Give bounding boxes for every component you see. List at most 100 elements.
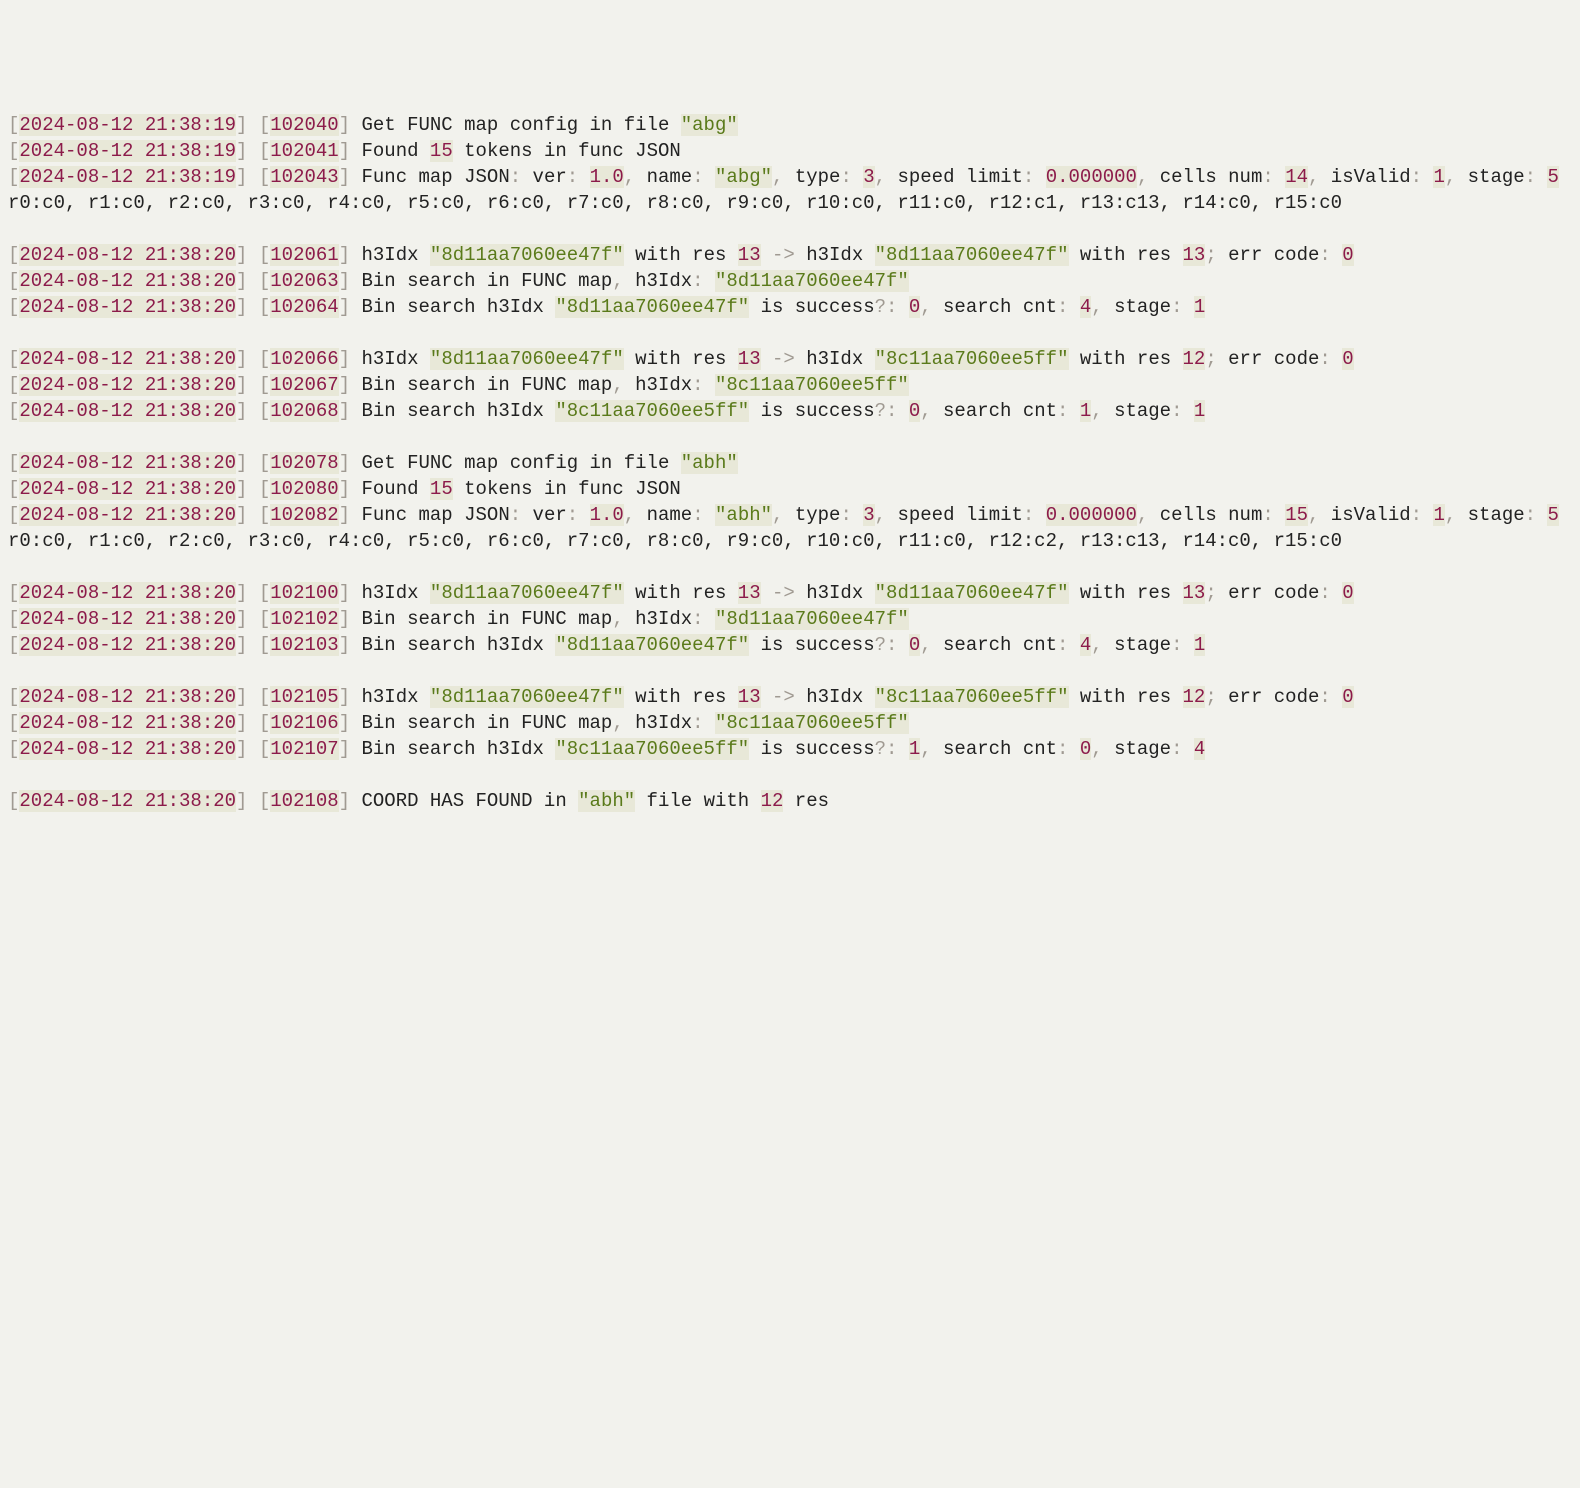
log-line: [2024-08-12 21:38:19] [102043] Func map … (8, 164, 1572, 190)
bracket: [ (8, 140, 19, 162)
log-token: speed limit (886, 504, 1023, 526)
log-output[interactable]: [2024-08-12 21:38:19] [102040] Get FUNC … (8, 112, 1572, 814)
bracket: ] (236, 348, 247, 370)
log-token: : (840, 166, 851, 188)
log-line: [2024-08-12 21:38:20] [102106] Bin searc… (8, 710, 1572, 736)
log-token (1422, 166, 1433, 188)
bracket: [ (8, 296, 19, 318)
log-token: "8d11aa7060ee47f" (555, 296, 749, 318)
log-token: is success (749, 296, 874, 318)
log-token: h3Idx (350, 582, 430, 604)
log-token: err code (1217, 582, 1320, 604)
log-token: "abh" (578, 790, 635, 812)
log-token: : (1023, 166, 1034, 188)
log-token: Bin search h3Idx (350, 634, 555, 656)
log-token: : (1057, 738, 1068, 760)
log-token: "abh" (681, 452, 738, 474)
log-line: [2024-08-12 21:38:20] [102105] h3Idx "8d… (8, 684, 1572, 710)
log-timestamp: 2024-08-12 21:38:20 (19, 452, 236, 474)
log-token: 0 (1342, 686, 1353, 708)
log-token: "8d11aa7060ee47f" (430, 686, 624, 708)
bracket: ] (339, 400, 350, 422)
log-token: 4 (1080, 296, 1091, 318)
log-token: : (1171, 296, 1182, 318)
bracket: [ (259, 296, 270, 318)
log-token: search cnt (932, 296, 1057, 318)
log-token: Found (350, 478, 430, 500)
log-token (1183, 296, 1194, 318)
log-token: 0.000000 (1046, 504, 1137, 526)
bracket: [ (8, 374, 19, 396)
log-token (1536, 166, 1547, 188)
bracket: [ (259, 452, 270, 474)
log-token: tokens in func JSON (453, 140, 681, 162)
bracket: [ (8, 504, 19, 526)
log-timestamp: 2024-08-12 21:38:19 (19, 114, 236, 136)
bracket: [ (259, 244, 270, 266)
bracket: ] (236, 374, 247, 396)
log-token: 15 (430, 478, 453, 500)
log-timestamp: 2024-08-12 21:38:20 (19, 712, 236, 734)
log-token (1331, 582, 1342, 604)
bracket: ] (236, 452, 247, 474)
log-id: 102108 (270, 790, 338, 812)
log-id: 102043 (270, 166, 338, 188)
log-token: : (692, 608, 703, 630)
log-token: : (692, 270, 703, 292)
bracket: ] (339, 790, 350, 812)
bracket: [ (8, 790, 19, 812)
bracket: ] (236, 296, 247, 318)
log-token: isValid (1319, 504, 1410, 526)
log-token: stage (1103, 634, 1171, 656)
log-timestamp: 2024-08-12 21:38:20 (19, 608, 236, 630)
log-token (1183, 400, 1194, 422)
log-token: , (920, 634, 931, 656)
log-id: 102067 (270, 374, 338, 396)
log-token: -> (772, 686, 795, 708)
log-token: is success (749, 400, 874, 422)
log-token: , (1091, 400, 1102, 422)
log-token: "8d11aa7060ee47f" (430, 582, 624, 604)
log-token: 12 (1183, 348, 1206, 370)
log-line (8, 762, 1572, 788)
log-line: [2024-08-12 21:38:20] [102103] Bin searc… (8, 632, 1572, 658)
log-token: with res (1069, 244, 1183, 266)
bracket: [ (259, 478, 270, 500)
log-line: r0:c0, r1:c0, r2:c0, r3:c0, r4:c0, r5:c0… (8, 190, 1572, 216)
log-token: , (920, 400, 931, 422)
log-token: 1 (1194, 400, 1205, 422)
log-token: , (1091, 296, 1102, 318)
log-token (704, 166, 715, 188)
log-text: r0:c0, r1:c0, r2:c0, r3:c0, r4:c0, r5:c0… (8, 192, 1342, 214)
bracket: [ (259, 348, 270, 370)
bracket: [ (259, 400, 270, 422)
log-line: [2024-08-12 21:38:20] [102064] Bin searc… (8, 294, 1572, 320)
log-token: , (612, 712, 623, 734)
log-token: ?: (875, 400, 898, 422)
log-token: "8d11aa7060ee47f" (430, 244, 624, 266)
log-token: 13 (738, 686, 761, 708)
bracket: [ (259, 582, 270, 604)
bracket: [ (8, 712, 19, 734)
log-line: [2024-08-12 21:38:20] [102066] h3Idx "8d… (8, 346, 1572, 372)
log-token: 13 (738, 244, 761, 266)
log-token (1183, 634, 1194, 656)
log-id: 102041 (270, 140, 338, 162)
log-token: with res (624, 686, 738, 708)
bracket: [ (8, 608, 19, 630)
log-token (704, 608, 715, 630)
log-token: search cnt (932, 738, 1057, 760)
log-line: [2024-08-12 21:38:20] [102067] Bin searc… (8, 372, 1572, 398)
bracket: [ (8, 738, 19, 760)
log-token: 13 (1183, 244, 1206, 266)
log-token: , (920, 738, 931, 760)
log-token: ver (521, 504, 567, 526)
log-line (8, 320, 1572, 346)
bracket: [ (259, 504, 270, 526)
log-token: name (635, 166, 692, 188)
log-id: 102080 (270, 478, 338, 500)
bracket: [ (259, 686, 270, 708)
log-token: 0 (909, 296, 920, 318)
log-line: [2024-08-12 21:38:20] [102078] Get FUNC … (8, 450, 1572, 476)
log-token: "8d11aa7060ee47f" (430, 348, 624, 370)
